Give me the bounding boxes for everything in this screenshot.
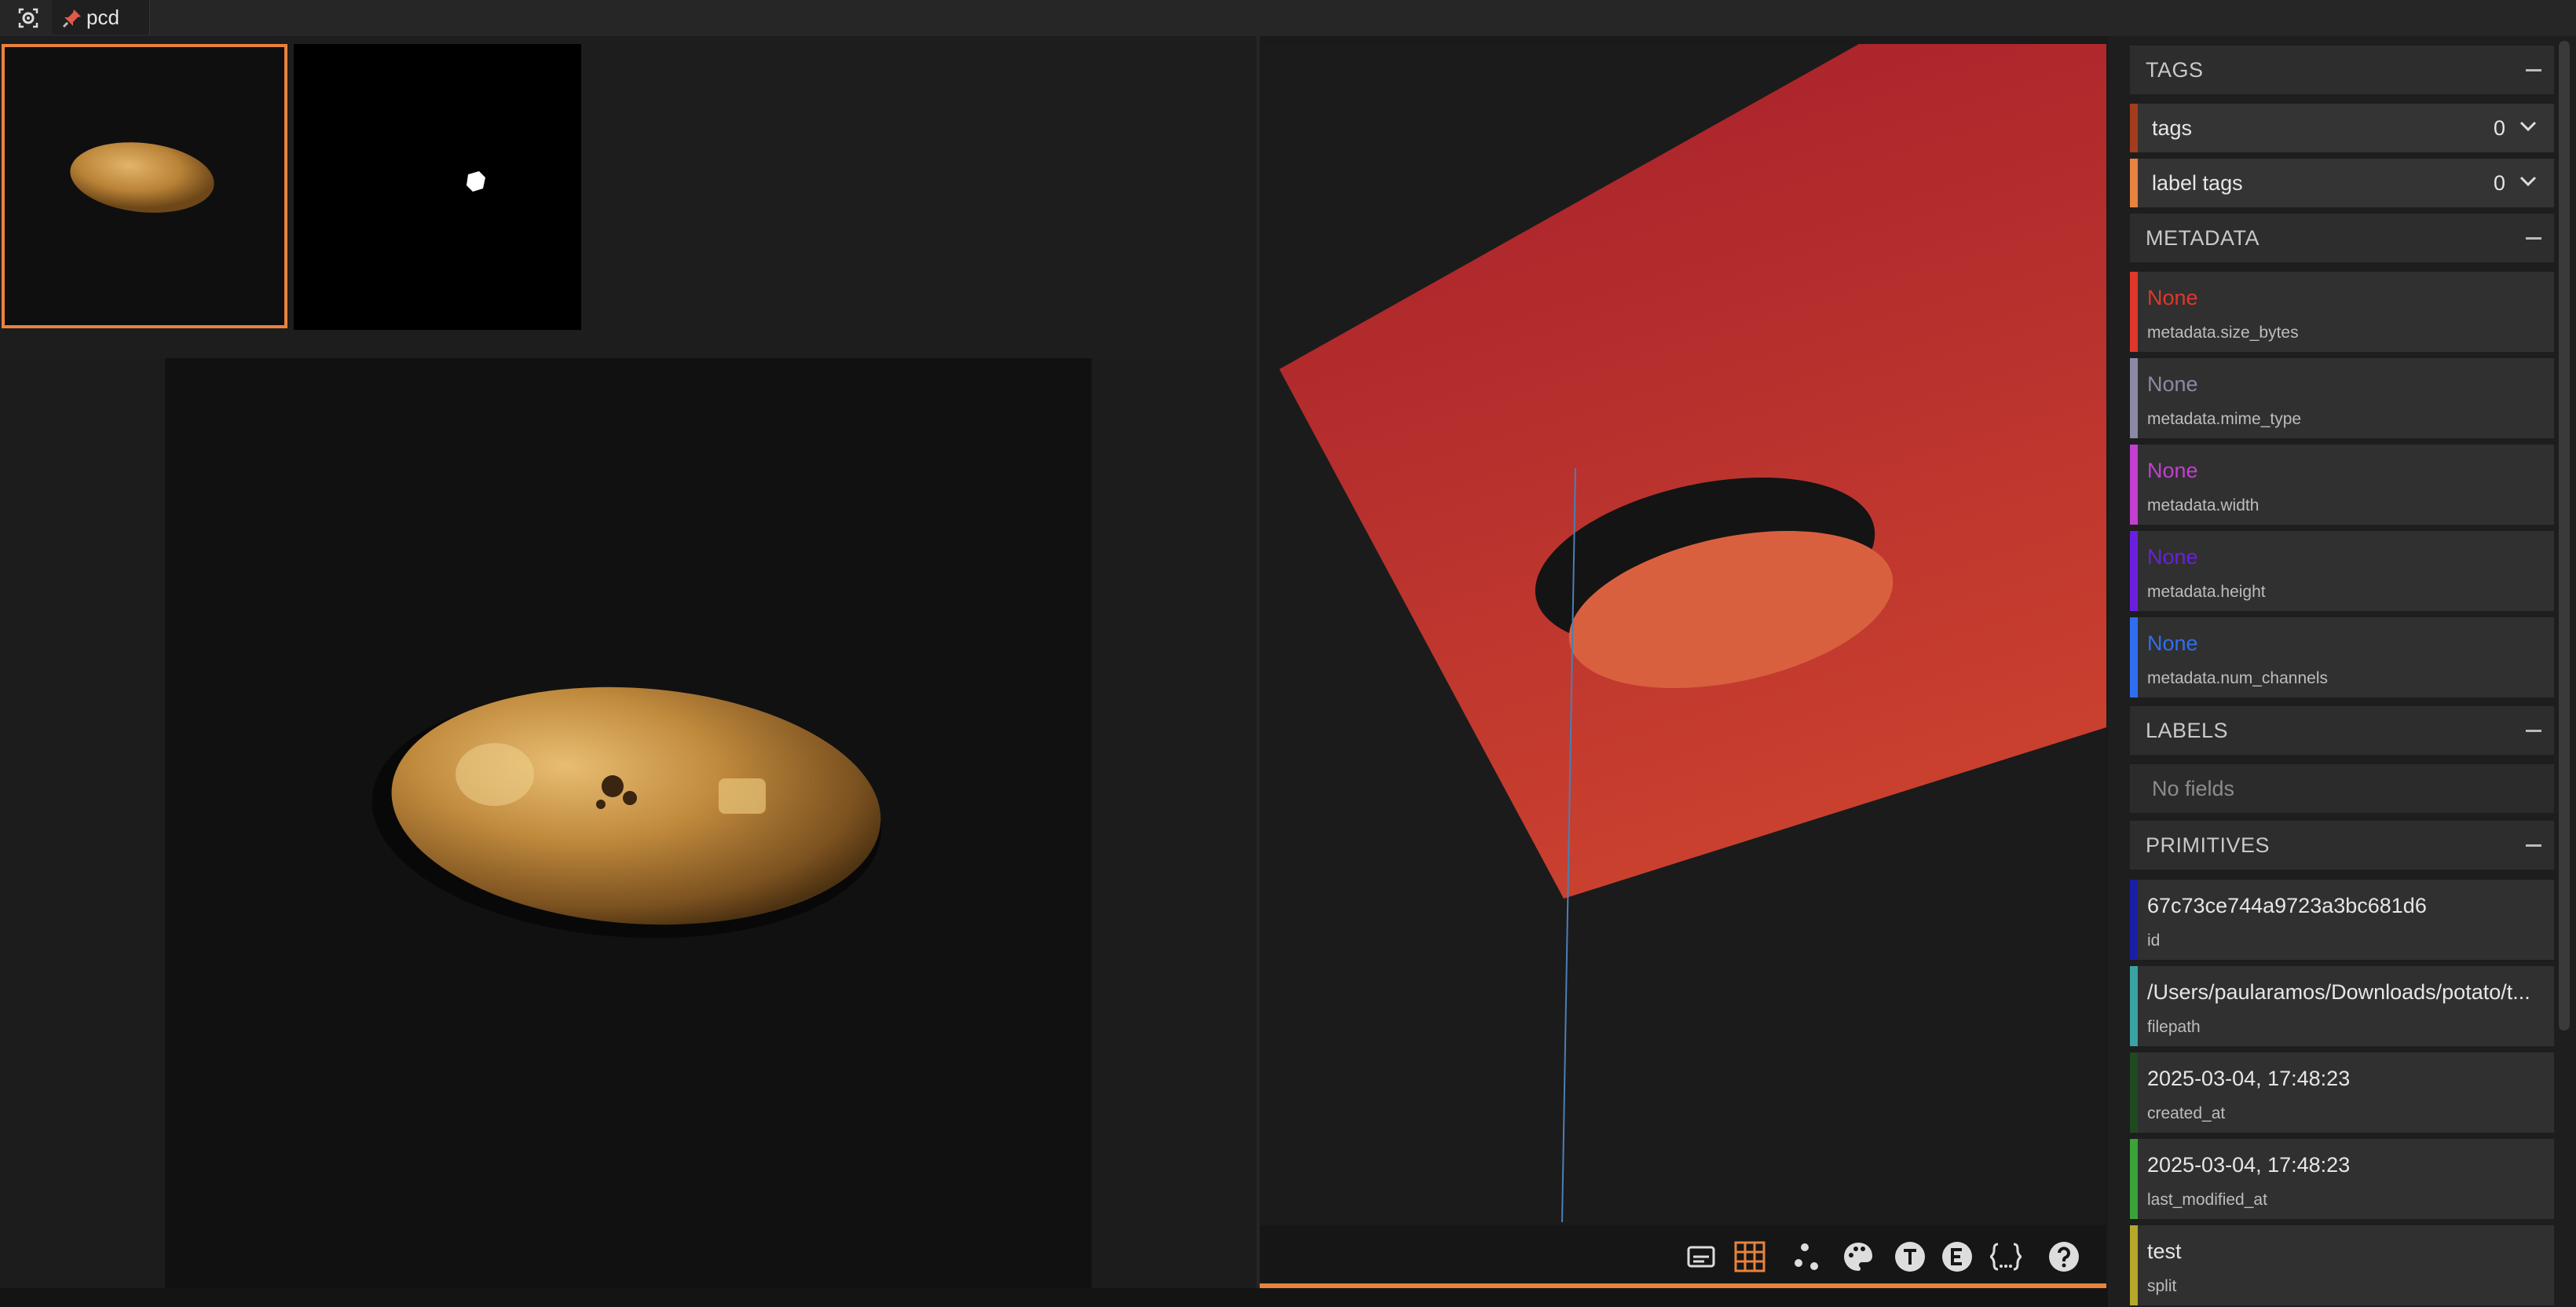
color-bar xyxy=(2130,880,2138,960)
sidebar-scrollbar[interactable] xyxy=(2559,41,2570,1031)
field-key: filepath xyxy=(2147,1018,2201,1036)
tab-pcd[interactable]: pcd xyxy=(52,0,150,35)
label-tags-row[interactable]: label tags 0 xyxy=(2130,159,2554,207)
color-bar xyxy=(2130,159,2138,207)
field-key: metadata.size_bytes xyxy=(2147,324,2299,342)
thumbnail-strip xyxy=(0,36,1257,358)
tags-row[interactable]: tags 0 xyxy=(2130,104,2554,152)
help-icon[interactable] xyxy=(2047,1239,2081,1274)
json-icon[interactable] xyxy=(1989,1239,2023,1274)
section-labels[interactable]: LABELS xyxy=(2130,706,2554,755)
color-bar xyxy=(2130,358,2138,438)
viewer-toolbar xyxy=(1260,1225,2106,1285)
pin-icon[interactable] xyxy=(61,7,83,29)
t-icon[interactable] xyxy=(1893,1239,1927,1274)
color-bar xyxy=(2130,445,2138,525)
field-height[interactable]: None metadata.height xyxy=(2130,531,2554,611)
field-value: None xyxy=(2147,459,2198,482)
label-tags-count: 0 xyxy=(2493,171,2505,195)
field-value: /Users/paularamos/Downloads/potato/t... xyxy=(2147,980,2530,1004)
field-key: metadata.width xyxy=(2147,496,2259,514)
tags-label: tags xyxy=(2152,116,2193,140)
field-key: metadata.num_channels xyxy=(2147,669,2328,687)
label-tags-label: label tags xyxy=(2152,171,2243,195)
color-bar xyxy=(2130,1225,2138,1305)
field-key: last_modified_at xyxy=(2147,1191,2267,1209)
no-fields-text: No fields xyxy=(2152,777,2235,800)
collapse-icon[interactable] xyxy=(2526,69,2541,71)
field-size-bytes[interactable]: None metadata.size_bytes xyxy=(2130,272,2554,352)
field-value: None xyxy=(2147,632,2198,655)
field-created-at[interactable]: 2025-03-04, 17:48:23 created_at xyxy=(2130,1053,2554,1133)
field-key: metadata.mime_type xyxy=(2147,410,2302,428)
caption-icon[interactable] xyxy=(1684,1239,1718,1274)
color-bar xyxy=(2130,272,2138,352)
color-bar xyxy=(2130,966,2138,1046)
color-bar xyxy=(2130,1053,2138,1133)
collapse-icon[interactable] xyxy=(2526,730,2541,732)
points-icon[interactable] xyxy=(1789,1239,1824,1274)
palette-icon[interactable] xyxy=(1841,1239,1875,1274)
chevron-down-icon[interactable] xyxy=(2516,170,2540,193)
labels-empty: No fields xyxy=(2130,764,2554,813)
field-filepath[interactable]: /Users/paularamos/Downloads/potato/t... … xyxy=(2130,966,2554,1046)
section-title: LABELS xyxy=(2146,719,2229,742)
field-id[interactable]: 67c73ce744a9723a3bc681d6 id xyxy=(2130,880,2554,960)
point-cloud-render xyxy=(1260,44,2106,1288)
mask-image xyxy=(294,44,581,330)
section-tags[interactable]: TAGS xyxy=(2130,46,2554,94)
collapse-icon[interactable] xyxy=(2526,844,2541,847)
field-value: 2025-03-04, 17:48:23 xyxy=(2147,1067,2351,1090)
thumbnail-image[interactable] xyxy=(2,44,287,328)
field-value: None xyxy=(2147,545,2198,569)
collapse-icon[interactable] xyxy=(2526,237,2541,240)
field-value: test xyxy=(2147,1239,2182,1263)
potato-image xyxy=(165,358,1092,1293)
tags-count: 0 xyxy=(2493,116,2505,140)
tab-label: pcd xyxy=(86,5,119,29)
color-bar xyxy=(2130,104,2138,152)
mask-thumbnail[interactable] xyxy=(294,44,581,330)
field-split[interactable]: test split xyxy=(2130,1225,2554,1305)
field-value: 67c73ce744a9723a3bc681d6 xyxy=(2147,894,2427,917)
field-value: None xyxy=(2147,286,2198,309)
field-key: split xyxy=(2147,1277,2177,1295)
color-bar xyxy=(2130,1139,2138,1219)
image-pane xyxy=(0,36,1257,1293)
section-title: METADATA xyxy=(2146,226,2259,250)
chevron-down-icon[interactable] xyxy=(2516,115,2540,138)
grid-icon[interactable] xyxy=(1733,1239,1767,1274)
field-mime-type[interactable]: None metadata.mime_type xyxy=(2130,358,2554,438)
section-title: TAGS xyxy=(2146,58,2204,82)
potato-thumbnail xyxy=(5,47,284,325)
field-last-modified-at[interactable]: 2025-03-04, 17:48:23 last_modified_at xyxy=(2130,1139,2554,1219)
app-logo-icon[interactable] xyxy=(17,7,39,29)
main-image[interactable] xyxy=(165,358,1092,1293)
field-key: metadata.height xyxy=(2147,583,2266,601)
field-width[interactable]: None metadata.width xyxy=(2130,445,2554,525)
color-bar xyxy=(2130,531,2138,611)
bottom-strip xyxy=(0,1288,2108,1307)
field-value: 2025-03-04, 17:48:23 xyxy=(2147,1153,2351,1177)
section-title: PRIMITIVES xyxy=(2146,833,2270,857)
point-cloud-viewer[interactable] xyxy=(1260,44,2106,1288)
top-bar: pcd xyxy=(0,0,2576,36)
field-key: id xyxy=(2147,932,2161,950)
field-num-channels[interactable]: None metadata.num_channels xyxy=(2130,617,2554,697)
field-key: created_at xyxy=(2147,1104,2226,1122)
field-value: None xyxy=(2147,372,2198,396)
e-icon[interactable] xyxy=(1940,1239,1974,1274)
section-metadata[interactable]: METADATA xyxy=(2130,214,2554,262)
color-bar xyxy=(2130,617,2138,697)
section-primitives[interactable]: PRIMITIVES xyxy=(2130,821,2554,870)
